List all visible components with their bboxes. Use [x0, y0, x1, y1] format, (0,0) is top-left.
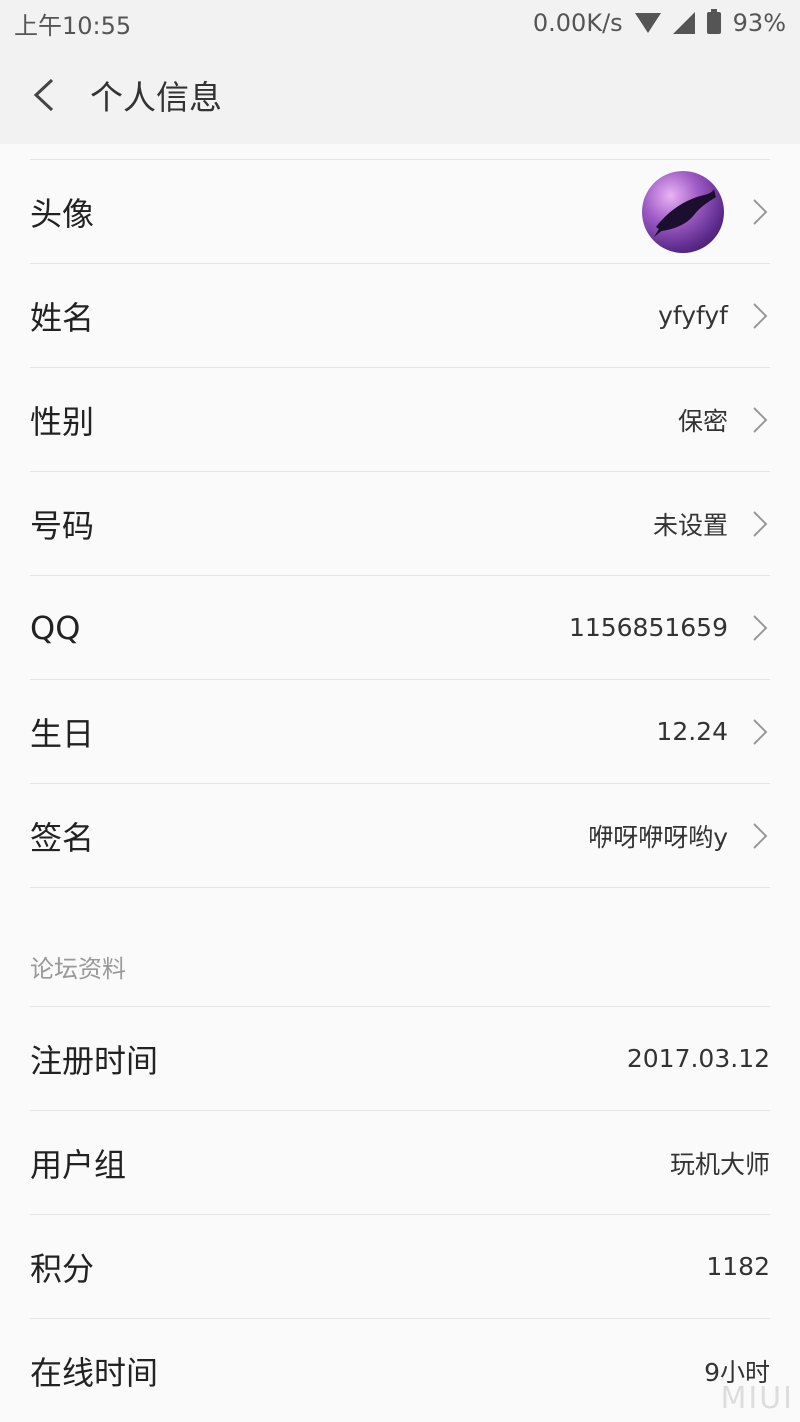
chevron-right-icon: [750, 820, 770, 852]
row-label: 头像: [30, 194, 95, 233]
row-online-time: 在线时间 9小时: [30, 1319, 770, 1422]
row-value: 1182: [706, 1252, 770, 1281]
row-label: 号码: [30, 506, 95, 545]
row-points: 积分 1182: [30, 1215, 770, 1319]
chevron-right-icon: [750, 300, 770, 332]
chevron-right-icon: [750, 196, 770, 228]
row-label: QQ: [30, 608, 81, 647]
network-speed: 0.00K/s: [532, 9, 623, 37]
title-bar: 个人信息: [0, 46, 800, 144]
row-value: 未设置: [652, 510, 728, 540]
battery-percent: 93%: [732, 9, 786, 37]
row-value: 玩机大师: [669, 1149, 770, 1179]
row-qq[interactable]: QQ 1156851659: [30, 576, 770, 680]
avatar: [642, 170, 724, 253]
wifi-icon: [634, 13, 661, 33]
watermark-logo: MIUI: [720, 1381, 794, 1416]
chevron-right-icon: [750, 612, 770, 644]
chevron-right-icon: [750, 404, 770, 436]
row-value: 保密: [677, 406, 728, 436]
row-phone[interactable]: 号码 未设置: [30, 472, 770, 576]
row-register-time: 注册时间 2017.03.12: [30, 1007, 770, 1111]
row-user-group: 用户组 玩机大师: [30, 1111, 770, 1215]
section-header-forum: 论坛资料: [30, 888, 770, 1007]
row-value: 咿呀咿呀哟y: [588, 822, 728, 852]
row-birthday[interactable]: 生日 12.24: [30, 680, 770, 784]
row-label: 在线时间: [30, 1353, 159, 1392]
row-label: 姓名: [30, 298, 95, 337]
row-avatar[interactable]: 头像: [30, 160, 770, 264]
status-bar: 上午10:55 0.00K/s 93%: [0, 0, 800, 46]
back-arrow-icon[interactable]: [14, 65, 74, 125]
status-time: 上午10:55: [14, 11, 132, 40]
row-name[interactable]: 姓名 yfyfyf: [30, 264, 770, 368]
row-label: 性别: [30, 402, 95, 441]
status-indicators: 0.00K/s 93%: [533, 9, 800, 37]
row-value: yfyfyf: [658, 301, 728, 330]
profile-content: 头像 姓名 yfyfyf 性别 保密 号码 未设置 QQ 1156851659 …: [0, 144, 800, 1422]
row-value: 2017.03.12: [626, 1044, 770, 1073]
row-gender[interactable]: 性别 保密: [30, 368, 770, 472]
battery-icon: [706, 9, 721, 34]
row-label: 签名: [30, 818, 95, 857]
page-title: 个人信息: [90, 78, 222, 117]
section-title: 论坛资料: [30, 954, 126, 983]
row-label: 生日: [30, 714, 95, 753]
signal-icon: [672, 12, 695, 34]
row-label: 积分: [30, 1249, 95, 1288]
chevron-right-icon: [750, 508, 770, 540]
row-value: 1156851659: [568, 613, 728, 642]
row-label: 用户组: [30, 1145, 127, 1184]
row-label: 注册时间: [30, 1041, 159, 1080]
row-signature[interactable]: 签名 咿呀咿呀哟y: [30, 784, 770, 888]
row-value: 12.24: [656, 717, 728, 746]
chevron-right-icon: [750, 716, 770, 748]
